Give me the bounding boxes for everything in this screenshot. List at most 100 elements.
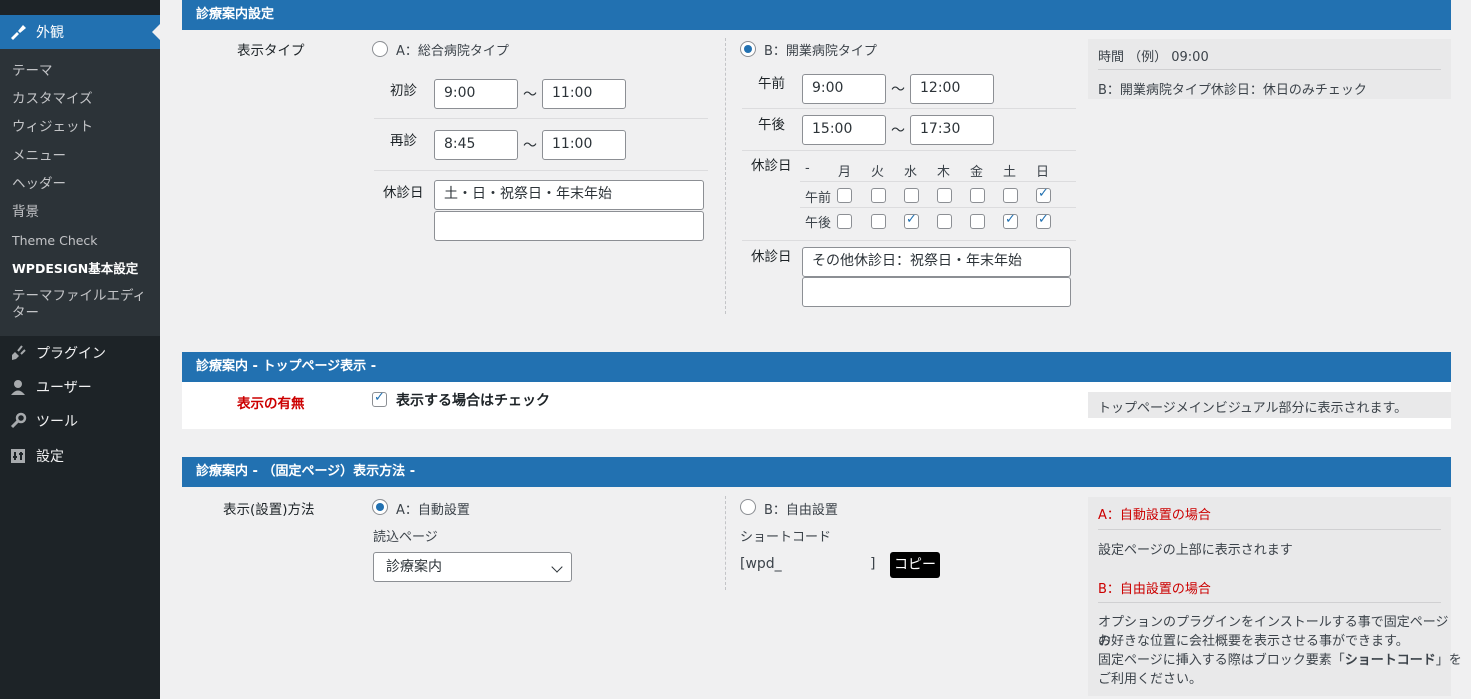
section-header-clinic-settings: 診療案内設定: [182, 0, 1451, 30]
morning-checkbox-7[interactable]: [1036, 186, 1051, 203]
row-label-afternoon: 午後: [805, 216, 832, 231]
row-label-morning: 午前: [805, 191, 832, 206]
divider: [374, 118, 708, 119]
sidebar-item-tools[interactable]: ツール: [0, 404, 160, 438]
info-b-line: お好きな位置に会社概要を表示させる事ができます。: [1098, 634, 1409, 649]
submenu-theme[interactable]: テーマ: [12, 63, 152, 80]
display-method-label: 表示(設置)方法: [223, 502, 315, 518]
type-a-radio[interactable]: [372, 41, 388, 57]
morning-checkbox-1[interactable]: [837, 188, 852, 203]
chevron-down-icon: [551, 561, 563, 573]
info-b-title: B：自由設置の場合: [1098, 582, 1211, 597]
holiday-label: 休診日: [751, 158, 792, 174]
afternoon-checkbox-5[interactable]: [970, 214, 985, 229]
first-visit-label: 初診: [390, 83, 417, 99]
morning-checkbox-2[interactable]: [871, 188, 886, 203]
section-header-display-method: 診療案内 - （固定ページ）表示方法 -: [182, 457, 1451, 487]
afternoon-checkbox-7[interactable]: [1036, 212, 1051, 229]
closed-day-input-b2[interactable]: [802, 277, 1071, 307]
afternoon-checkbox-4[interactable]: [937, 214, 952, 229]
tilde: 〜: [523, 87, 537, 103]
morning-from-input[interactable]: 9:00: [802, 74, 886, 104]
afternoon-checkbox-2[interactable]: [871, 214, 886, 229]
display-checkbox-label: 表示する場合はチェック: [396, 393, 550, 409]
type-b-label: B：開業病院タイプ: [764, 44, 877, 59]
afternoon-label: 午後: [758, 117, 785, 133]
afternoon-checkbox-1[interactable]: [837, 214, 852, 229]
morning-checkbox-3[interactable]: [904, 188, 919, 203]
wrench-icon: [0, 412, 36, 430]
morning-checkbox-5[interactable]: [970, 188, 985, 203]
submenu-background[interactable]: 背景: [12, 204, 152, 221]
display-checkbox[interactable]: [372, 390, 387, 407]
revisit-to-input[interactable]: 11:00: [542, 130, 626, 160]
submenu-theme-check[interactable]: Theme Check: [12, 232, 152, 249]
afternoon-from-input[interactable]: 15:00: [802, 115, 886, 145]
day-header-tue: 火: [871, 165, 885, 180]
submenu-customize[interactable]: カスタマイズ: [12, 91, 152, 108]
afternoon-to-input[interactable]: 17:30: [910, 115, 994, 145]
tilde: 〜: [523, 138, 537, 154]
sidebar-item-label: ユーザー: [36, 380, 92, 396]
sidebar-item-plugins[interactable]: プラグイン: [0, 336, 160, 370]
afternoon-checkbox-6[interactable]: [1003, 212, 1018, 229]
tilde: 〜: [891, 82, 905, 98]
divider: [1098, 529, 1441, 530]
sidebar-item-label: 外観: [36, 25, 64, 41]
sidebar-item-label: ツール: [36, 414, 78, 430]
info-box-1: 時間 （例） 09:00 B：開業病院タイプ休診日：休日のみチェック: [1088, 39, 1451, 99]
first-visit-to-input[interactable]: 11:00: [542, 79, 626, 109]
info-box-2: トップページメインビジュアル部分に表示されます。: [1088, 392, 1451, 418]
divider: [800, 207, 1076, 208]
revisit-label: 再診: [390, 133, 417, 149]
sidebar-item-users[interactable]: ユーザー: [0, 370, 160, 404]
sidebar-item-settings[interactable]: 設定: [0, 439, 160, 473]
divider: [1098, 69, 1441, 70]
paintbrush-icon: [0, 23, 36, 41]
sidebar-item-appearance[interactable]: 外観: [0, 15, 160, 49]
auto-setup-radio[interactable]: [372, 499, 388, 515]
shortcode-open[interactable]: [wpd_: [740, 556, 782, 572]
info-b-line3-pre: 固定ページに挿入する際はブロック要素「: [1098, 653, 1345, 668]
submenu-menus[interactable]: メニュー: [12, 148, 152, 165]
info-text: 時間 （例） 09:00: [1098, 50, 1209, 65]
auto-setup-label: A：自動設置: [396, 503, 470, 518]
settings-icon: [0, 447, 36, 465]
sidebar-top: [0, 0, 160, 14]
submenu-wpdesign[interactable]: WPDESIGN基本設定: [12, 260, 152, 277]
plugin-icon: [0, 344, 36, 362]
tilde: 〜: [891, 123, 905, 139]
column-divider: [725, 496, 726, 590]
morning-checkbox-6[interactable]: [1003, 188, 1018, 203]
section-header-top-page: 診療案内 - トップページ表示 -: [182, 352, 1451, 382]
copy-button[interactable]: コピー: [890, 552, 940, 578]
shortcode-close: ]: [870, 556, 876, 572]
day-header-fri: 金: [970, 165, 984, 180]
closed-day-input-a1[interactable]: 土・日・祝祭日・年末年始: [434, 180, 704, 210]
divider: [742, 108, 1076, 109]
info-a-text: 設定ページの上部に表示されます: [1098, 543, 1293, 558]
morning-checkbox-4[interactable]: [937, 188, 952, 203]
display-type-label: 表示タイプ: [237, 43, 305, 59]
morning-to-input[interactable]: 12:00: [910, 74, 994, 104]
user-icon: [0, 378, 36, 396]
revisit-from-input[interactable]: 8:45: [434, 130, 518, 160]
closed-day-input-b1[interactable]: その他休診日：祝祭日・年末年始: [802, 247, 1071, 277]
current-arrow: [152, 24, 160, 40]
info-box-3: A：自動設置の場合 設定ページの上部に表示されます B：自由設置の場合 オプショ…: [1088, 497, 1462, 696]
first-visit-from-input[interactable]: 9:00: [434, 79, 518, 109]
type-b-radio[interactable]: [740, 41, 756, 57]
submenu-widgets[interactable]: ウィジェット: [12, 119, 152, 136]
closed-day-label-b: 休診日: [751, 249, 792, 265]
submenu-header[interactable]: ヘッダー: [12, 176, 152, 193]
closed-day-input-a2[interactable]: [434, 211, 704, 241]
afternoon-checkbox-3[interactable]: [904, 212, 919, 229]
divider: [374, 170, 708, 171]
submenu-theme-editor[interactable]: テーマファイルエディ ター: [12, 288, 152, 322]
type-a-label: A：総合病院タイプ: [396, 44, 509, 59]
free-setup-label: B：自由設置: [764, 503, 838, 518]
sidebar-item-label: 設定: [36, 449, 64, 465]
day-header-dash: -: [805, 161, 810, 176]
free-setup-radio[interactable]: [740, 499, 756, 515]
load-page-select[interactable]: 診療案内: [373, 552, 572, 582]
